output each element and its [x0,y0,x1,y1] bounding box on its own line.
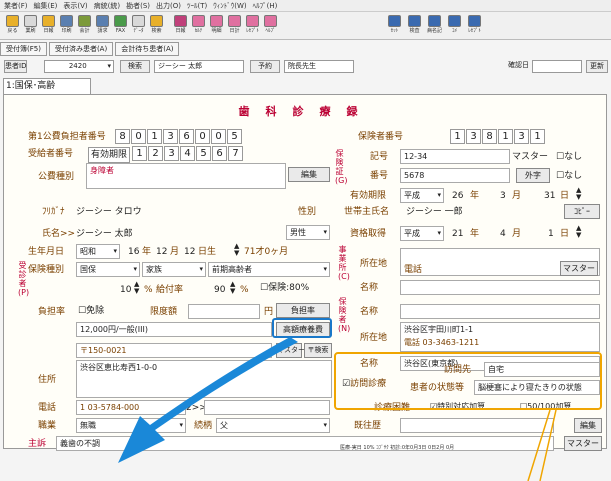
blue-arrow-icon [118,337,298,463]
orange-pointer-line [527,409,551,481]
orange-pointer-line-2 [539,409,557,481]
app-window: 業者(F) 編集(E) 表示(V) 病統(統) 勘者(S) 出力(O) ﾂｰﾙ(… [0,0,611,481]
callout-arrows [118,337,557,481]
